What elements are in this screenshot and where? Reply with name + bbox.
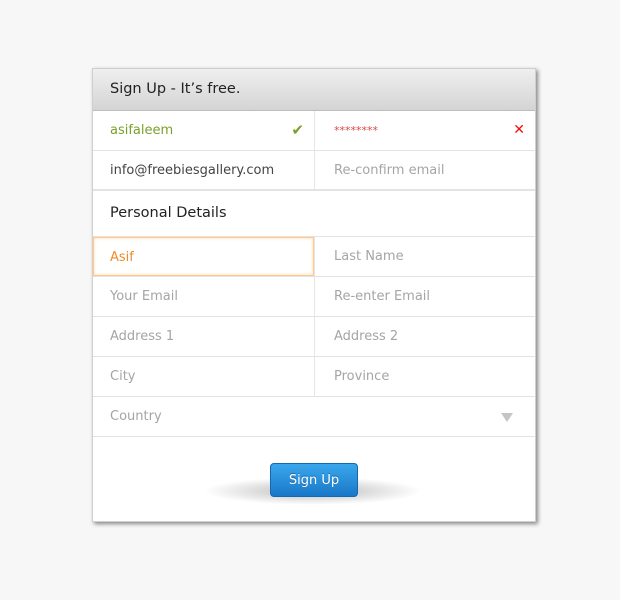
province-field[interactable]: Province (314, 357, 535, 396)
reenter-email-field[interactable]: Re-enter Email (314, 277, 535, 316)
chevron-down-icon (501, 413, 513, 422)
address1-field[interactable]: Address 1 (93, 317, 314, 356)
form-title: Sign Up - It’s free. (93, 69, 535, 111)
last-name-field[interactable]: Last Name (314, 237, 535, 276)
address2-field[interactable]: Address 2 (314, 317, 535, 356)
personal-details-heading: Personal Details (93, 191, 535, 237)
email-field[interactable]: info@freebiesgallery.com (93, 151, 314, 189)
username-value: asifaleem (110, 123, 174, 138)
first-name-field[interactable]: Asif (93, 237, 314, 276)
country-select[interactable]: Country (93, 397, 535, 436)
signup-form: Sign Up - It’s free. asifaleem ✔ ********… (92, 68, 536, 522)
country-placeholder: Country (110, 409, 162, 424)
your-email-field[interactable]: Your Email (93, 277, 314, 316)
password-value: ******** (334, 124, 378, 137)
check-icon: ✔ (291, 121, 304, 139)
sign-up-button[interactable]: Sign Up (270, 463, 358, 497)
password-field[interactable]: ******** ✕ (314, 111, 535, 150)
x-icon: ✕ (513, 122, 525, 138)
reconfirm-email-field[interactable]: Re-confirm email (314, 151, 535, 189)
username-field[interactable]: asifaleem ✔ (93, 111, 314, 150)
city-field[interactable]: City (93, 357, 314, 396)
